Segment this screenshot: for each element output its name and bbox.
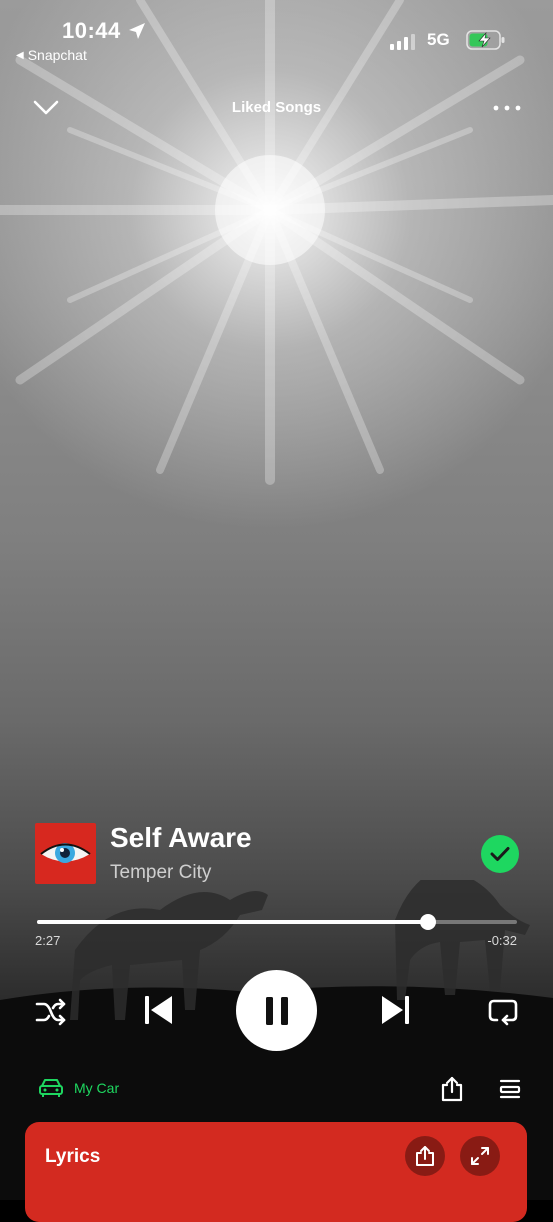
car-icon xyxy=(39,1079,63,1097)
repeat-icon[interactable] xyxy=(487,996,519,1026)
more-icon[interactable] xyxy=(492,100,522,116)
eye-artwork-icon xyxy=(40,843,91,863)
elapsed-time: 2:27 xyxy=(35,933,61,948)
progress-bar[interactable] xyxy=(37,914,517,930)
next-icon[interactable] xyxy=(380,994,410,1026)
player-header: Liked Songs xyxy=(0,88,553,128)
status-bar: 10:44 ◀ Snapchat 5G xyxy=(0,0,553,70)
device-label: My Car xyxy=(74,1080,120,1096)
lyrics-expand-button[interactable] xyxy=(460,1136,500,1176)
pause-icon xyxy=(265,996,288,1025)
playlist-title: Liked Songs xyxy=(231,99,322,116)
song-title[interactable]: Self Aware xyxy=(110,822,252,854)
lyrics-title: Lyrics xyxy=(45,1146,101,1167)
clock: 10:44 xyxy=(62,18,121,43)
connected-device[interactable]: My Car xyxy=(38,1077,119,1099)
back-app-label: Snapchat xyxy=(27,47,87,63)
share-icon[interactable] xyxy=(440,1076,464,1102)
lyrics-share-button[interactable] xyxy=(405,1136,445,1176)
progress-fill xyxy=(37,920,429,924)
signal-icon xyxy=(390,34,415,50)
shuffle-icon[interactable] xyxy=(35,998,67,1026)
liked-button[interactable] xyxy=(481,835,519,873)
back-triangle-icon: ◀ xyxy=(16,49,24,61)
location-arrow-icon xyxy=(129,23,145,39)
expand-icon xyxy=(471,1147,489,1165)
check-icon xyxy=(490,847,510,861)
remaining-time: -0:32 xyxy=(487,933,517,948)
album-artwork[interactable] xyxy=(35,823,96,884)
lyrics-card[interactable]: Lyrics xyxy=(25,1122,527,1222)
network-type: 5G xyxy=(427,30,450,49)
battery-charging-icon xyxy=(466,30,505,50)
artist-name[interactable]: Temper City xyxy=(110,862,211,884)
back-to-app-link[interactable]: ◀ Snapchat xyxy=(16,47,87,63)
share-icon xyxy=(416,1146,434,1166)
queue-icon[interactable] xyxy=(499,1078,521,1100)
previous-icon[interactable] xyxy=(144,994,174,1026)
pause-button[interactable] xyxy=(236,970,317,1051)
